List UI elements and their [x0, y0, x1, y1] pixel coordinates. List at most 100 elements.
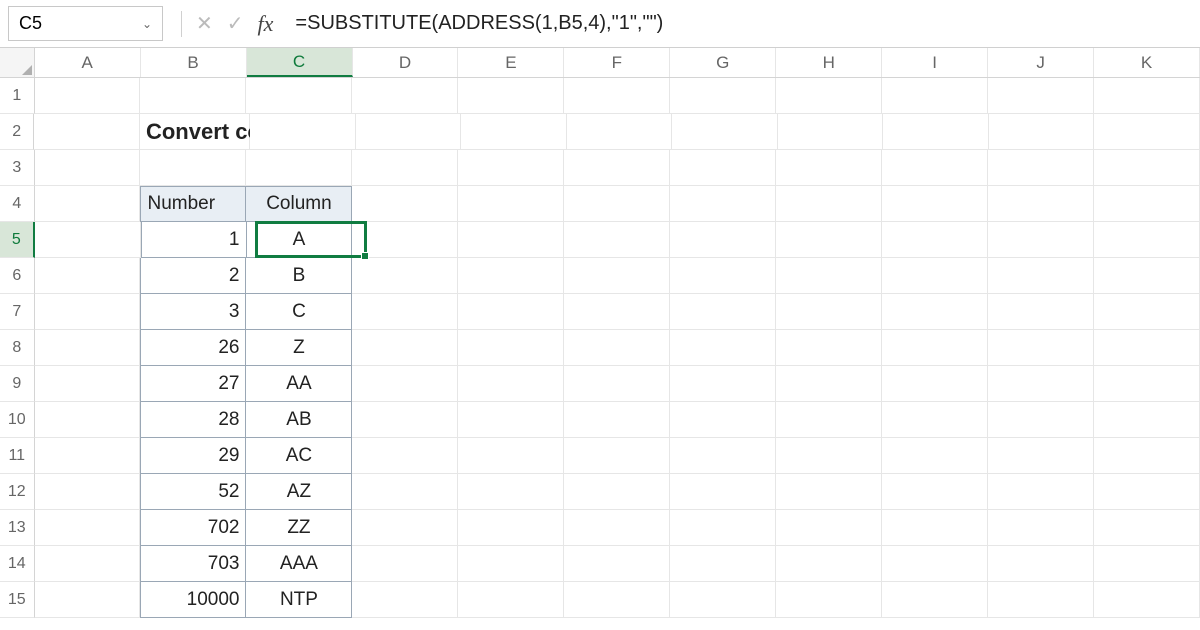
worksheet-grid[interactable]: A B C D E F G H I J K 1 2 Convert column…	[0, 48, 1200, 630]
cell-C14[interactable]: AAA	[246, 546, 352, 582]
cell-H9[interactable]	[776, 366, 882, 402]
cell-D1[interactable]	[352, 78, 458, 114]
cell-E10[interactable]	[458, 402, 564, 438]
cell-F5[interactable]	[564, 222, 670, 258]
row-header-6[interactable]: 6	[0, 258, 35, 294]
cell-E1[interactable]	[458, 78, 564, 114]
row-header-13[interactable]: 13	[0, 510, 35, 546]
cell-K11[interactable]	[1094, 438, 1200, 474]
cell-A6[interactable]	[35, 258, 141, 294]
cell-A2[interactable]	[34, 114, 140, 150]
cell-H10[interactable]	[776, 402, 882, 438]
cell-E2[interactable]	[461, 114, 567, 150]
cell-B6[interactable]: 2	[140, 258, 246, 294]
cell-I4[interactable]	[882, 186, 988, 222]
cell-I15[interactable]	[882, 582, 988, 618]
cell-J10[interactable]	[988, 402, 1094, 438]
cell-D8[interactable]	[352, 330, 458, 366]
cell-H8[interactable]	[776, 330, 882, 366]
cell-F8[interactable]	[564, 330, 670, 366]
cell-B13[interactable]: 702	[140, 510, 246, 546]
row-header-14[interactable]: 14	[0, 546, 35, 582]
row-header-12[interactable]: 12	[0, 474, 35, 510]
col-header-A[interactable]: A	[35, 48, 141, 77]
cell-K15[interactable]	[1094, 582, 1200, 618]
col-header-I[interactable]: I	[882, 48, 988, 77]
col-header-K[interactable]: K	[1094, 48, 1200, 77]
cell-B2[interactable]: Convert column number to letter	[140, 114, 250, 150]
cell-F1[interactable]	[564, 78, 670, 114]
cell-G8[interactable]	[670, 330, 776, 366]
cell-H1[interactable]	[776, 78, 882, 114]
cell-C2[interactable]	[250, 114, 356, 150]
cell-B11[interactable]: 29	[140, 438, 246, 474]
cell-G6[interactable]	[670, 258, 776, 294]
cell-C11[interactable]: AC	[246, 438, 352, 474]
cell-F2[interactable]	[567, 114, 673, 150]
cell-I6[interactable]	[882, 258, 988, 294]
cell-K1[interactable]	[1094, 78, 1200, 114]
cell-K12[interactable]	[1094, 474, 1200, 510]
cell-J9[interactable]	[988, 366, 1094, 402]
cell-D14[interactable]	[352, 546, 458, 582]
cell-C5[interactable]: A	[247, 222, 353, 258]
cell-A12[interactable]	[35, 474, 141, 510]
cell-K9[interactable]	[1094, 366, 1200, 402]
cell-C10[interactable]: AB	[246, 402, 352, 438]
cell-B5[interactable]: 1	[141, 222, 247, 258]
row-header-15[interactable]: 15	[0, 582, 35, 618]
cell-C7[interactable]: C	[246, 294, 352, 330]
cell-B15[interactable]: 10000	[140, 582, 246, 618]
cell-H4[interactable]	[776, 186, 882, 222]
cell-E13[interactable]	[458, 510, 564, 546]
cell-A13[interactable]	[35, 510, 141, 546]
cell-K2[interactable]	[1094, 114, 1200, 150]
col-header-F[interactable]: F	[564, 48, 670, 77]
cell-D13[interactable]	[352, 510, 458, 546]
cell-A4[interactable]	[35, 186, 141, 222]
cell-G2[interactable]	[672, 114, 778, 150]
cell-I13[interactable]	[882, 510, 988, 546]
cell-B9[interactable]: 27	[140, 366, 246, 402]
cell-B10[interactable]: 28	[140, 402, 246, 438]
cell-E4[interactable]	[458, 186, 564, 222]
cell-A5[interactable]	[35, 222, 141, 258]
cell-C3[interactable]	[246, 150, 352, 186]
cell-H3[interactable]	[776, 150, 882, 186]
cell-B1[interactable]	[140, 78, 246, 114]
cell-K14[interactable]	[1094, 546, 1200, 582]
cell-E15[interactable]	[458, 582, 564, 618]
row-header-9[interactable]: 9	[0, 366, 35, 402]
cell-B12[interactable]: 52	[140, 474, 246, 510]
cell-J3[interactable]	[988, 150, 1094, 186]
cell-F9[interactable]	[564, 366, 670, 402]
cell-I2[interactable]	[883, 114, 989, 150]
cell-E8[interactable]	[458, 330, 564, 366]
cell-G7[interactable]	[670, 294, 776, 330]
cell-A1[interactable]	[35, 78, 141, 114]
cell-G10[interactable]	[670, 402, 776, 438]
col-header-E[interactable]: E	[458, 48, 564, 77]
cell-I11[interactable]	[882, 438, 988, 474]
cell-F14[interactable]	[564, 546, 670, 582]
cell-G11[interactable]	[670, 438, 776, 474]
row-header-7[interactable]: 7	[0, 294, 35, 330]
cell-I5[interactable]	[882, 222, 988, 258]
cell-K7[interactable]	[1094, 294, 1200, 330]
cell-F6[interactable]	[564, 258, 670, 294]
cell-J5[interactable]	[988, 222, 1094, 258]
cell-I8[interactable]	[882, 330, 988, 366]
cell-D15[interactable]	[352, 582, 458, 618]
cell-A15[interactable]	[35, 582, 141, 618]
cell-F11[interactable]	[564, 438, 670, 474]
cell-J4[interactable]	[988, 186, 1094, 222]
row-header-11[interactable]: 11	[0, 438, 35, 474]
cell-H11[interactable]	[776, 438, 882, 474]
cell-I12[interactable]	[882, 474, 988, 510]
cell-G13[interactable]	[670, 510, 776, 546]
cell-I14[interactable]	[882, 546, 988, 582]
cell-J15[interactable]	[988, 582, 1094, 618]
cell-H6[interactable]	[776, 258, 882, 294]
cell-H12[interactable]	[776, 474, 882, 510]
cell-F13[interactable]	[564, 510, 670, 546]
